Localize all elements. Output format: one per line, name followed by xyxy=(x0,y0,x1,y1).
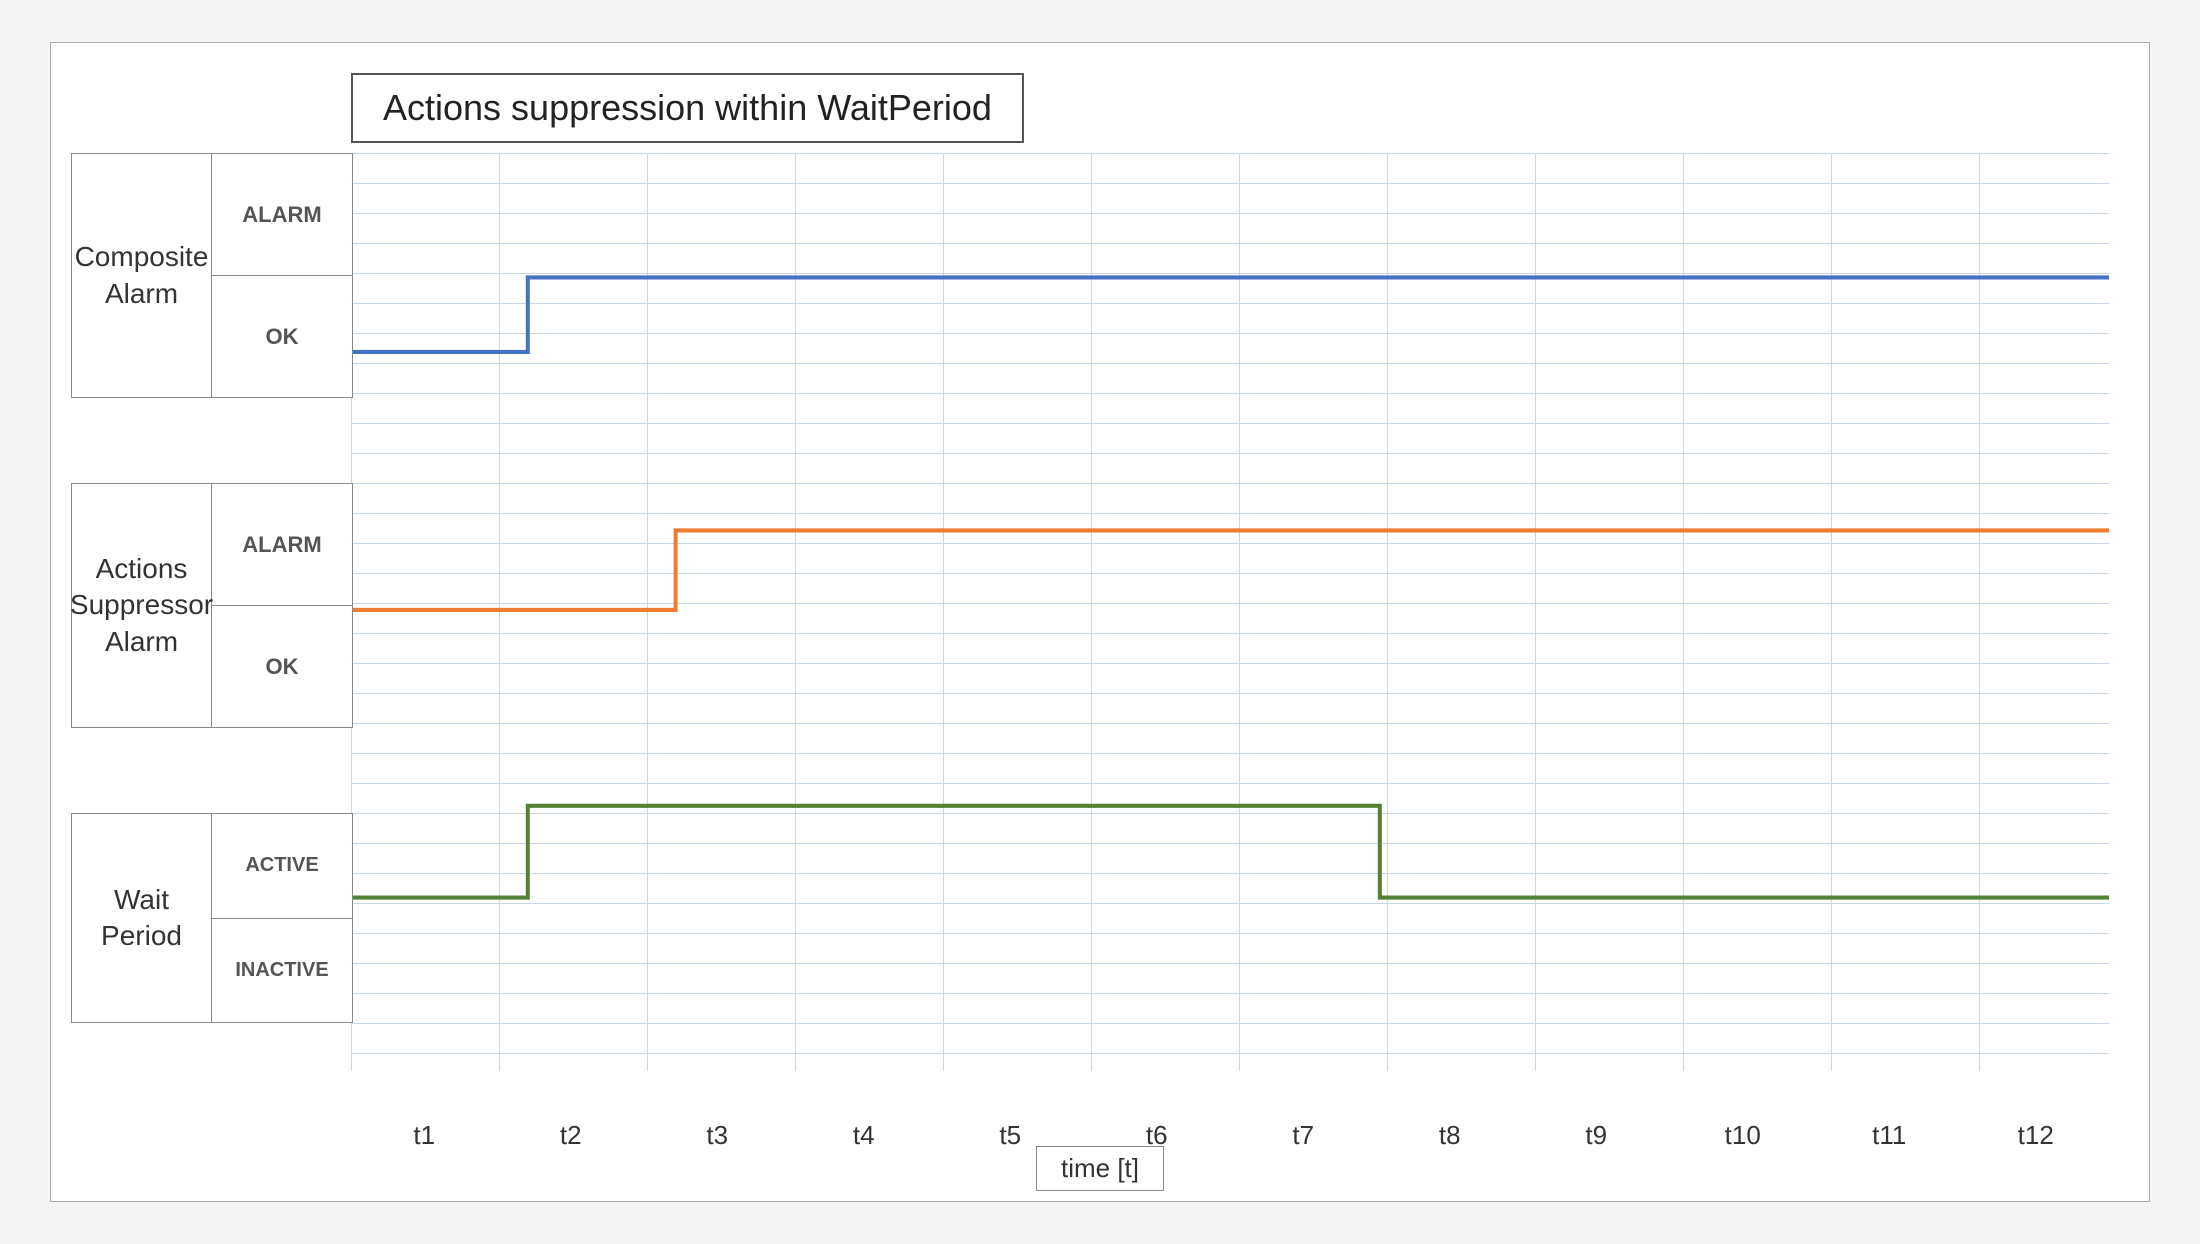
time-tick-t1: t1 xyxy=(351,1120,498,1151)
time-tick-t8: t8 xyxy=(1377,1120,1524,1151)
inactive-state: INACTIVE xyxy=(212,919,352,1023)
time-label: time [t] xyxy=(1036,1146,1164,1191)
wait-period-label: WaitPeriod xyxy=(72,814,212,1022)
diagram-title: Actions suppression within WaitPeriod xyxy=(351,73,1024,143)
suppressor-alarm-line xyxy=(351,530,2109,610)
composite-alarm-state: ALARM xyxy=(212,154,352,276)
time-tick-t10: t10 xyxy=(1670,1120,1817,1151)
diagram-container: Actions suppression within WaitPeriod Co… xyxy=(50,42,2150,1202)
suppressor-alarm-states: ALARM OK xyxy=(212,484,352,727)
composite-alarm-states: ALARM OK xyxy=(212,154,352,397)
wait-period-states: ACTIVE INACTIVE xyxy=(212,814,352,1022)
suppressor-alarm-label: ActionsSuppressorAlarm xyxy=(72,484,212,727)
time-tick-t11: t11 xyxy=(1816,1120,1963,1151)
time-tick-t4: t4 xyxy=(791,1120,938,1151)
time-tick-t2: t2 xyxy=(498,1120,645,1151)
suppressor-alarm-panel: ActionsSuppressorAlarm ALARM OK xyxy=(71,483,353,728)
composite-alarm-panel: CompositeAlarm ALARM OK xyxy=(71,153,353,398)
charts-svg xyxy=(351,153,2109,1071)
suppressor-alarm-state: ALARM xyxy=(212,484,352,606)
suppressor-ok-state: OK xyxy=(212,606,352,727)
time-tick-t12: t12 xyxy=(1963,1120,2110,1151)
time-tick-t3: t3 xyxy=(644,1120,791,1151)
wait-period-line xyxy=(351,806,2109,898)
wait-period-panel: WaitPeriod ACTIVE INACTIVE xyxy=(71,813,353,1023)
composite-ok-state: OK xyxy=(212,276,352,397)
composite-alarm-label: CompositeAlarm xyxy=(72,154,212,397)
time-tick-t9: t9 xyxy=(1523,1120,1670,1151)
time-axis: t1 t2 t3 t4 t5 t6 t7 t8 t9 t10 t11 t12 xyxy=(351,1120,2109,1151)
composite-alarm-line xyxy=(351,277,2109,351)
time-tick-t7: t7 xyxy=(1230,1120,1377,1151)
active-state: ACTIVE xyxy=(212,814,352,919)
